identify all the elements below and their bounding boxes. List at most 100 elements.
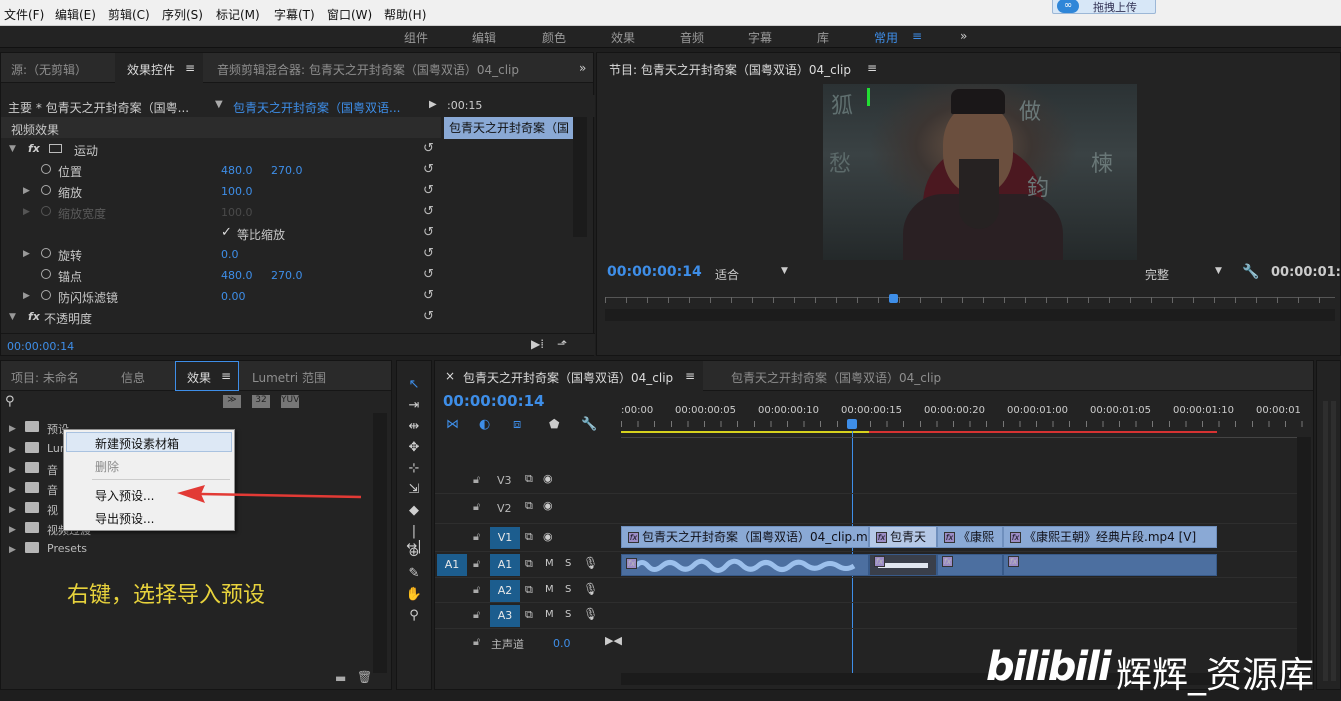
mute-button[interactable]: M [545,584,554,595]
microphone-icon[interactable]: 🎙 [583,556,598,570]
reset-icon[interactable]: ↺ [423,267,434,282]
ws-more-icon[interactable]: » [960,29,967,43]
stopwatch-icon[interactable] [41,248,51,258]
video-clip[interactable]: fx 包青天之开封奇案（国粤双语）04_clip.m [621,526,869,548]
menu-edit[interactable]: 编辑(E) [55,6,96,23]
wrench-icon[interactable]: 🔧 [581,417,597,432]
mute-button[interactable]: M [545,558,554,569]
master-clip-label[interactable]: 主要 * 包青天之开封奇案（国粤... [8,99,189,116]
reset-icon[interactable]: ↺ [423,141,434,156]
effect-folder-audio-transitions[interactable]: 音 [47,482,58,498]
quality-select[interactable]: 完整 [1145,266,1169,283]
lock-icon[interactable]: 🔓︎ [473,608,480,622]
chevron-down-icon[interactable]: ▼ [1215,266,1222,276]
effects-menu-icon[interactable]: ≡ [221,369,231,383]
a1-target[interactable]: A1 [490,554,520,576]
tab-audio-mixer[interactable]: 音频剪辑混合器: 包青天之开封奇案（国粤双语）04_clip [217,61,519,78]
menu-marker[interactable]: 标记(M) [216,6,260,23]
audio-clip[interactable]: fx [1003,554,1217,576]
stopwatch-icon[interactable] [41,290,51,300]
effect-folder-presets-en[interactable]: Presets [47,542,87,555]
trash-icon[interactable]: 🗑 [357,670,372,684]
ws-editing[interactable]: 编辑 [472,29,496,46]
a2-target[interactable]: A2 [490,580,520,602]
menu-sequence[interactable]: 序列(S) [162,6,203,23]
sync-lock-icon[interactable]: ⧉ [525,499,533,513]
expand-icon[interactable]: ▶ [23,291,30,301]
reset-icon[interactable]: ↺ [423,204,434,219]
go-to-end-icon[interactable]: ▶◀ [605,634,622,647]
video-frame[interactable]: 狐 做 愁 鈞 楝 [823,84,1137,260]
motion-row[interactable]: ▼ fx 运动 ↺ [1,138,441,159]
ec-scrollbar[interactable] [573,117,587,237]
program-menu-icon[interactable]: ≡ [867,61,877,75]
eye-icon[interactable]: ◉ [543,499,553,512]
ripple-edit-tool-icon[interactable]: ⇹ [405,419,423,435]
timeline-timecode[interactable]: 00:00:00:14 [443,392,545,410]
lock-icon[interactable]: 🔓︎ [473,557,480,571]
ws-effects[interactable]: 效果 [611,29,635,46]
eye-icon[interactable]: ◉ [543,472,553,485]
anchor-x[interactable]: 480.0 [221,269,253,282]
sequence-clip-label[interactable]: 包青天之开封奇案（国粤双语... [233,99,400,116]
fit-select[interactable]: 适合 [715,266,739,283]
video-clip[interactable]: fx 《康熙 [937,526,1003,548]
position-x[interactable]: 480.0 [221,164,253,177]
effect-folder-video-effects[interactable]: 视 [47,502,58,518]
lock-icon[interactable]: 🔓︎ [473,635,480,649]
sequence-menu-icon[interactable]: ≡ [685,369,695,383]
rate-stretch-icon[interactable]: ⇲ [405,482,423,498]
tab-source[interactable]: 源:（无剪辑） [11,61,87,78]
expand-icon[interactable]: ▶ [23,249,30,259]
a3-target[interactable]: A3 [490,605,520,627]
stopwatch-icon[interactable] [41,185,51,195]
pen-tool-icon[interactable]: ✎ [405,566,423,582]
v1-target[interactable]: V1 [490,527,520,549]
tab-sequence-1[interactable]: 包青天之开封奇案（国粤双语）04_clip [463,369,673,386]
menu-title[interactable]: 字幕(T) [274,6,315,23]
tab-project[interactable]: 项目: 未命名 [11,369,79,386]
stopwatch-icon[interactable] [41,164,51,174]
linked-selection-icon[interactable]: ◐ [479,417,490,432]
slip-tool-icon[interactable]: |↔| [405,524,423,554]
time-ruler[interactable]: :00:00 00:00:00:05 00:00:00:10 00:00:00:… [621,391,1305,435]
mute-button[interactable]: M [545,609,554,620]
ec-timecode[interactable]: 00:00:00:14 [7,340,74,353]
menu-window[interactable]: 窗口(W) [327,6,372,23]
effects-scrollbar[interactable] [373,413,387,673]
reset-icon[interactable]: ↺ [423,183,434,198]
sync-lock-icon[interactable]: ⧉ [525,472,533,486]
tab-sequence-2[interactable]: 包青天之开封奇案（国粤双语）04_clip [731,369,941,386]
stopwatch-icon[interactable] [41,269,51,279]
ctx-new-preset-bin[interactable]: 新建预设素材箱 [95,435,179,452]
rotation-value[interactable]: 0.0 [221,248,239,261]
32bit-icon[interactable]: 32 [252,395,270,408]
rolling-edit-tool-icon[interactable]: ✥ [405,440,423,456]
yuv-icon[interactable]: YUV [281,395,299,408]
video-clip[interactable]: fx 包青天 [869,526,937,548]
lock-icon[interactable]: 🔓︎ [473,500,480,514]
audio-clip[interactable]: fx [937,554,1003,576]
add-marker-icon[interactable]: ⧈ [513,417,521,432]
ec-menu-icon[interactable]: ≡ [185,61,195,75]
sync-lock-icon[interactable]: ⧉ [525,583,533,597]
ws-titles[interactable]: 字幕 [748,29,772,46]
audio-clip[interactable]: fx [869,554,937,576]
slide-tool-icon[interactable]: ⊕ [405,545,423,561]
selection-tool-icon[interactable]: ↖ [405,377,423,393]
ctx-export-preset[interactable]: 导出预设... [95,510,154,527]
accelerated-icon[interactable]: ≫ [223,395,241,408]
checkbox-checked-icon[interactable]: ✓ [221,225,232,240]
chevron-down-icon[interactable]: ▼ [781,266,788,276]
expand-icon[interactable]: ▶ [23,186,30,196]
effect-folder-audio-effects[interactable]: 音 [47,462,58,478]
lock-icon[interactable]: 🔓︎ [473,583,480,597]
reset-icon[interactable]: ↺ [423,225,434,240]
ws-assembly[interactable]: 组件 [404,29,428,46]
new-folder-icon[interactable]: ▬ [335,671,346,685]
lock-icon[interactable]: 🔓︎ [473,530,480,544]
solo-button[interactable]: S [565,584,571,595]
lock-icon[interactable]: 🔓︎ [473,473,480,487]
wrench-icon[interactable]: 🔧 [1242,264,1259,280]
reset-icon[interactable]: ↺ [423,309,434,324]
